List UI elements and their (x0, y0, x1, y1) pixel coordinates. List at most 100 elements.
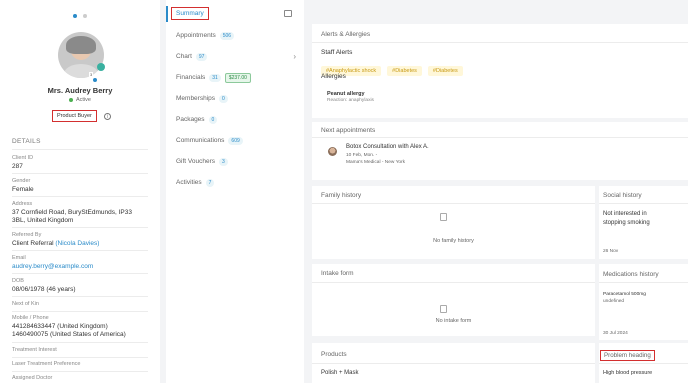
camera-icon[interactable] (97, 63, 105, 71)
allergy-reaction: Reaction: anaphylaxis (327, 98, 374, 103)
divider (312, 203, 595, 204)
field-gender: Gender Female (12, 178, 34, 193)
field-address: Address 37 Cornfield Road, BuryStEdmunds… (12, 201, 144, 225)
tab-memberships[interactable]: Memberships 0 (166, 88, 304, 109)
nav-label: Packages (176, 116, 205, 123)
appointment-time: 10 Feb, Mon. - (346, 153, 378, 158)
status-dot-icon (69, 97, 73, 102)
gender-value: Female (12, 186, 34, 193)
appointment-item[interactable]: Botox Consultation with Alex A. 10 Feb, … (346, 144, 429, 165)
medication-date: 30 Jul 2024 (603, 331, 628, 336)
divider (12, 342, 148, 343)
divider (12, 227, 148, 228)
address-value: 37 Cornfield Road, BuryStEdmunds, IP33 3… (12, 209, 132, 224)
doctor-avatar (328, 147, 337, 156)
client-id-label: Client ID (12, 155, 34, 161)
divider (12, 250, 148, 251)
nav-badge: 31 (209, 73, 221, 82)
field-email: Email audrey.berry@example.com (12, 255, 93, 270)
dob-label: DOB (12, 278, 24, 284)
tab-chart[interactable]: Chart 97 › (166, 46, 304, 67)
carousel-dots (73, 14, 87, 18)
mobile-value-1: 441284633447 (United Kingdom) (12, 323, 108, 330)
field-referred: Referred By Client Referral (Nicola Davi… (12, 232, 99, 247)
email-link[interactable]: audrey.berry@example.com (12, 263, 93, 270)
alert-tag[interactable]: #Diabetes (427, 66, 463, 76)
divider (599, 282, 688, 283)
print-icon[interactable] (284, 10, 292, 17)
nav-label: Activities (176, 179, 202, 186)
problem-card: Problem heading High blood pressure (599, 343, 688, 383)
nav-label: Communications (176, 137, 225, 144)
field-mobile: Mobile / Phone 441284633447 (United King… (12, 315, 126, 338)
referred-prefix: Client Referral (12, 240, 54, 247)
field-next-of-kin: Next of Kin (12, 301, 39, 307)
tab-activities[interactable]: Activities 7 (166, 172, 304, 193)
nav-badge: 3 (219, 157, 228, 166)
nav-label: Chart (176, 53, 192, 60)
tag-row: Product Buyer i (52, 110, 111, 122)
tab-financials[interactable]: Financials 31 $237.00 (166, 67, 304, 88)
treatment-interest-label: Treatment Interest (12, 347, 57, 353)
family-history-title: Family history (321, 192, 362, 199)
tab-packages[interactable]: Packages 0 (166, 109, 304, 130)
medication-name: Paracetamol 500mg (603, 292, 646, 297)
staff-alerts-label: Staff Alerts (321, 49, 353, 56)
next-appointments-card: Next appointments Botox Consultation wit… (312, 122, 688, 180)
medications-history-card: Medications history Paracetamol 500mg un… (599, 264, 688, 340)
referred-link[interactable]: (Nicola Davies) (55, 240, 99, 247)
nav-badge: 0 (219, 94, 228, 103)
tab-gift-vouchers[interactable]: Gift Vouchers 3 (166, 151, 304, 172)
product-buyer-tag[interactable]: Product Buyer (52, 110, 97, 122)
address-label: Address (12, 201, 33, 207)
appointment-location: Mama's Medical - New York (346, 160, 406, 165)
field-client-id: Client ID 287 (12, 155, 33, 170)
intake-empty-icon (440, 305, 447, 313)
avatar-badge: 3 (89, 72, 94, 77)
divider (599, 363, 688, 364)
divider (312, 42, 688, 43)
client-id-value: 287 (12, 163, 23, 170)
social-history-text: Not interested in stopping smoking (603, 211, 650, 226)
appointment-title: Botox Consultation with Alex A. (346, 144, 429, 150)
divider (599, 203, 688, 204)
social-history-card: Social history Not interested in stoppin… (599, 186, 688, 259)
referred-value: Client Referral (Nicola Davies) (12, 240, 99, 247)
problem-item[interactable]: High blood pressure (603, 370, 652, 376)
info-icon[interactable]: i (103, 112, 111, 120)
tab-communications[interactable]: Communications 609 (166, 130, 304, 151)
summary-label: Summary (171, 7, 209, 20)
social-history-title: Social history (603, 192, 642, 199)
divider (12, 149, 148, 150)
divider (312, 282, 595, 283)
divider (12, 173, 148, 174)
divider (12, 273, 148, 274)
carousel-dot[interactable] (83, 14, 87, 18)
nav-badge: 7 (205, 178, 215, 187)
carousel-dot-active[interactable] (73, 14, 77, 18)
details-heading: DETAILS (12, 138, 41, 145)
nav-label: Appointments (176, 32, 216, 39)
client-name: Mrs. Audrey Berry (47, 86, 113, 95)
assigned-doctor-label: Assigned Doctor (12, 375, 53, 381)
divider (312, 363, 595, 364)
medication-status: undefined (603, 299, 625, 304)
avatar[interactable] (58, 32, 104, 78)
divider (12, 296, 148, 297)
allergy-name: Peanut allergy (327, 91, 365, 97)
intake-empty-text: No intake form (435, 318, 472, 324)
product-item[interactable]: Polish + Mask (321, 370, 359, 376)
mobile-label: Mobile / Phone (12, 315, 49, 321)
tab-appointments[interactable]: Appointments 506 (166, 25, 304, 46)
alert-tag[interactable]: #Diabetes (387, 66, 422, 76)
field-dob: DOB 08/06/1978 (46 years) (12, 278, 76, 293)
laser-preference-label: Laser Treatment Preference (12, 361, 81, 367)
nav-label: Financials (176, 74, 206, 81)
intake-form-title: Intake form (321, 270, 354, 277)
chevron-right-icon[interactable]: › (293, 52, 296, 61)
medications-history-title: Medications history (603, 271, 659, 278)
client-nav: Summary Appointments 506 Chart 97 › Financi… (166, 0, 304, 383)
next-appointments-title: Next appointments (321, 127, 376, 134)
nav-badge: 97 (195, 52, 208, 61)
balance-badge: $237.00 (224, 72, 251, 83)
